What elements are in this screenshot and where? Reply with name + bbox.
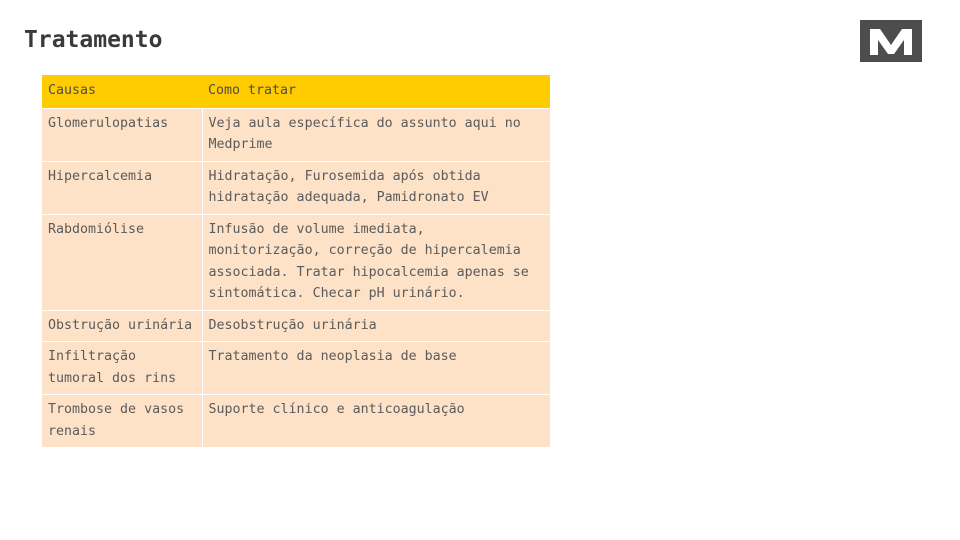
column-header-treatment: Como tratar xyxy=(202,75,550,109)
table-row: Glomerulopatias Veja aula específica do … xyxy=(42,108,550,162)
cell-cause: Glomerulopatias xyxy=(42,108,203,162)
table-row: Obstrução urinária Desobstrução urinária xyxy=(42,310,550,342)
cell-treatment: Hidratação, Furosemida após obtida hidra… xyxy=(202,161,550,215)
cell-cause: Infiltração tumoral dos rins xyxy=(42,341,203,395)
column-header-causes: Causas xyxy=(42,75,202,109)
table-row: Trombose de vasos renais Suporte clínico… xyxy=(42,394,550,448)
cell-treatment: Desobstrução urinária xyxy=(202,310,550,342)
slide: Tratamento Causas Como tratar Glomerulop… xyxy=(0,0,960,540)
treatment-table: Causas Como tratar Glomerulopatias Veja … xyxy=(42,75,550,448)
cell-treatment: Infusão de volume imediata, monitorizaçã… xyxy=(202,214,550,311)
page-title: Tratamento xyxy=(24,27,163,53)
cell-cause: Trombose de vasos renais xyxy=(42,394,203,448)
cell-cause: Obstrução urinária xyxy=(42,310,203,342)
cell-treatment: Tratamento da neoplasia de base xyxy=(202,341,550,395)
table-row: Rabdomiólise Infusão de volume imediata,… xyxy=(42,214,550,311)
cell-treatment: Veja aula específica do assunto aqui no … xyxy=(202,108,550,162)
m-logo xyxy=(860,20,922,62)
table-row: Hipercalcemia Hidratação, Furosemida apó… xyxy=(42,161,550,215)
cell-cause: Rabdomiólise xyxy=(42,214,203,311)
table-header-row: Causas Como tratar xyxy=(42,75,550,109)
cell-cause: Hipercalcemia xyxy=(42,161,203,215)
cell-treatment: Suporte clínico e anticoagulação xyxy=(202,394,550,448)
table-row: Infiltração tumoral dos rins Tratamento … xyxy=(42,341,550,395)
